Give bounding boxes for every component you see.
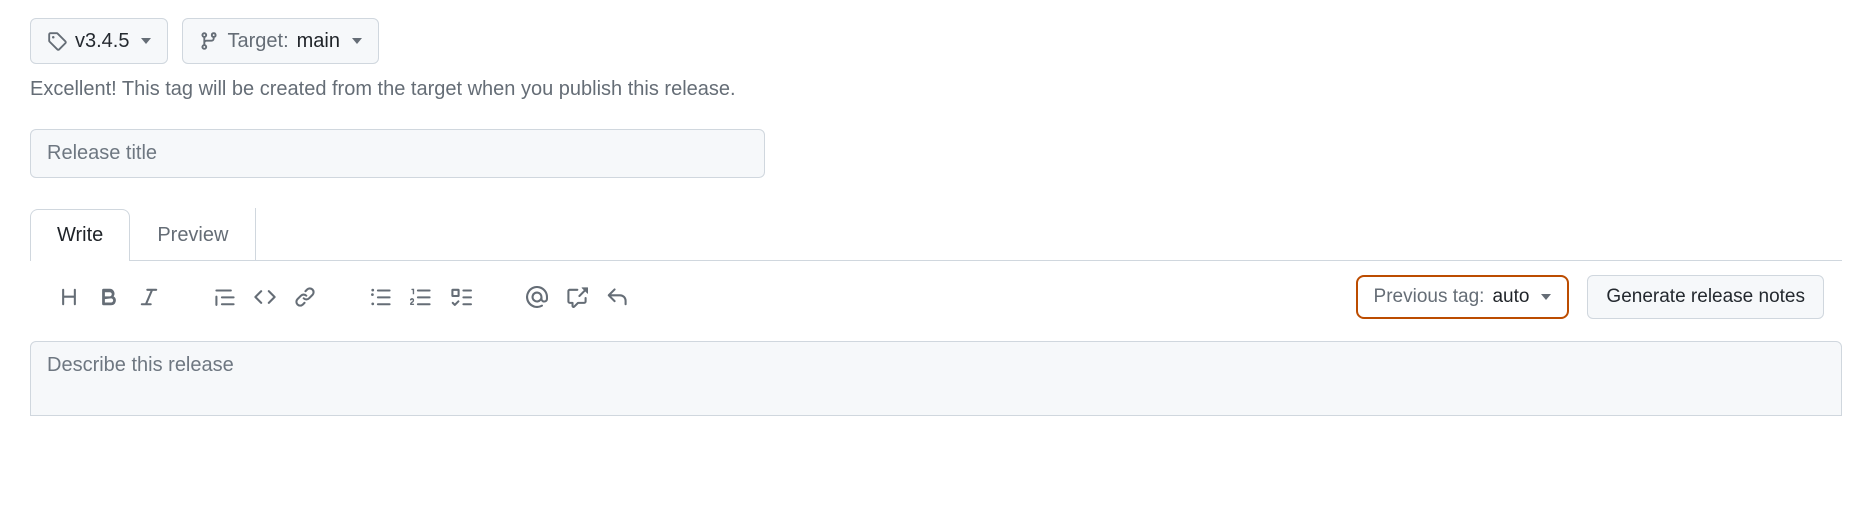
reply-button[interactable]	[600, 280, 634, 314]
heading-button[interactable]	[52, 280, 86, 314]
editor-tabbar: Write Preview	[30, 208, 1842, 261]
link-icon	[294, 286, 316, 308]
unordered-list-icon	[370, 286, 392, 308]
reply-icon	[606, 286, 628, 308]
tab-write[interactable]: Write	[30, 209, 130, 261]
tabbar-spacer	[255, 208, 1842, 260]
italic-icon	[138, 286, 160, 308]
unordered-list-button[interactable]	[364, 280, 398, 314]
bold-icon	[98, 286, 120, 308]
chevron-down-icon	[141, 38, 151, 44]
release-title-input[interactable]	[30, 129, 765, 178]
target-selector-button[interactable]: Target: main	[182, 18, 379, 64]
description-textarea[interactable]	[47, 354, 1825, 400]
task-list-button[interactable]	[444, 280, 478, 314]
heading-icon	[58, 286, 80, 308]
previous-tag-selector[interactable]: Previous tag: auto	[1356, 275, 1570, 319]
tag-selector-button[interactable]: v3.4.5	[30, 18, 168, 64]
mention-button[interactable]	[520, 280, 554, 314]
ordered-list-icon	[410, 286, 432, 308]
target-label: Target:	[227, 27, 288, 55]
ordered-list-button[interactable]	[404, 280, 438, 314]
link-button[interactable]	[288, 280, 322, 314]
chevron-down-icon	[352, 38, 362, 44]
git-branch-icon	[199, 31, 219, 51]
description-container	[30, 341, 1842, 416]
tag-selector-value: v3.4.5	[75, 27, 129, 55]
bold-button[interactable]	[92, 280, 126, 314]
chevron-down-icon	[1541, 294, 1551, 300]
mention-icon	[526, 286, 548, 308]
quote-button[interactable]	[208, 280, 242, 314]
generate-release-notes-button[interactable]: Generate release notes	[1587, 275, 1824, 319]
previous-tag-value: auto	[1492, 286, 1529, 308]
code-icon	[254, 286, 276, 308]
italic-button[interactable]	[132, 280, 166, 314]
tag-hint-text: Excellent! This tag will be created from…	[30, 78, 1842, 101]
previous-tag-label: Previous tag:	[1374, 286, 1485, 308]
cross-reference-icon	[566, 286, 588, 308]
quote-icon	[214, 286, 236, 308]
editor-toolbar: Previous tag: auto Generate release note…	[30, 261, 1842, 333]
tag-icon	[47, 31, 67, 51]
reference-button[interactable]	[560, 280, 594, 314]
code-button[interactable]	[248, 280, 282, 314]
tab-preview[interactable]: Preview	[130, 209, 255, 261]
target-value: main	[297, 27, 340, 55]
tasklist-icon	[450, 286, 472, 308]
